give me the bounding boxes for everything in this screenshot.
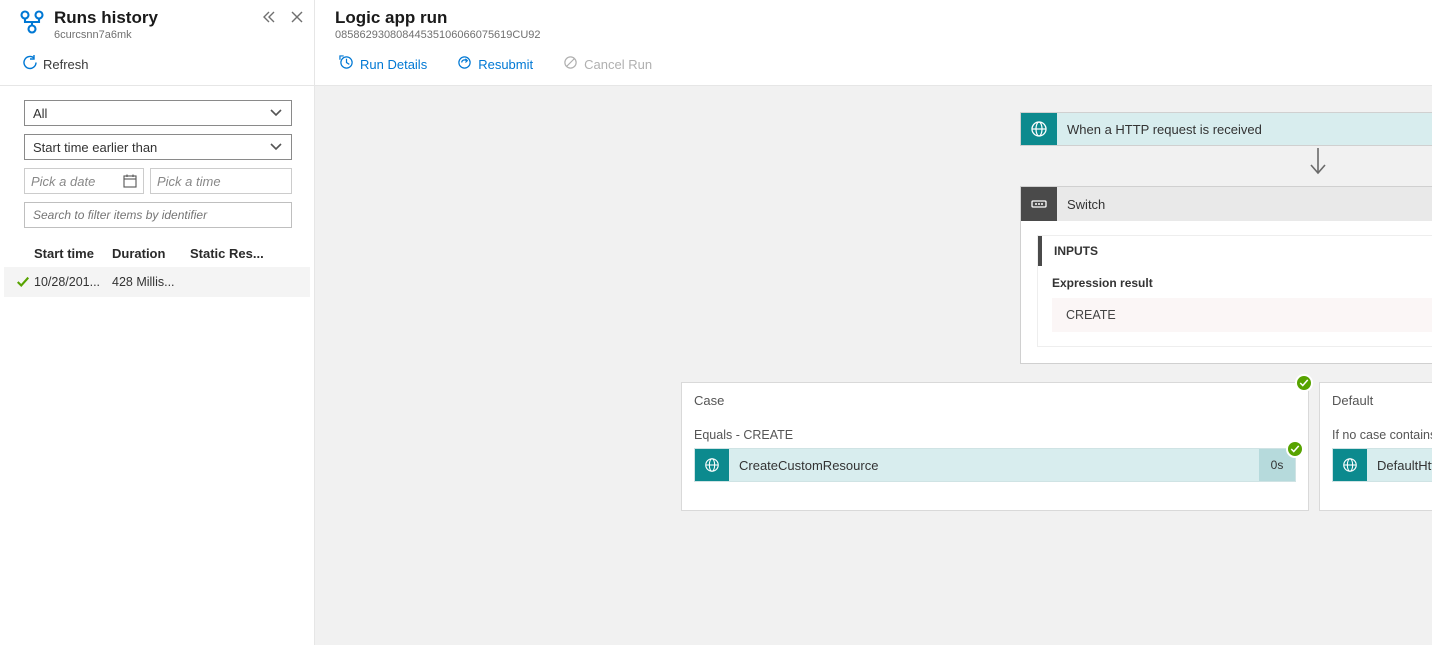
cell-duration: 428 Millis... [112,275,190,289]
resubmit-icon [457,55,472,73]
run-detail-panel: Logic app run 08586293080844535106066075… [315,0,1432,645]
page-title: Logic app run [335,8,1432,28]
run-details-label: Run Details [360,57,427,72]
panel-title: Runs history [54,8,262,28]
status-success-icon [12,275,34,289]
panel-subtitle: 6curcsnn7a6mk [54,29,262,41]
time-picker[interactable]: Pick a time [150,168,292,194]
col-start-time[interactable]: Start time [34,246,112,261]
refresh-button[interactable]: Refresh [16,51,95,77]
arrow-down-icon [1308,148,1328,179]
refresh-icon [22,55,37,73]
close-panel-button[interactable] [290,10,304,27]
inputs-label: INPUTS [1054,244,1098,258]
resubmit-label: Resubmit [478,57,533,72]
cell-start-time: 10/28/201... [34,275,112,289]
step-default-http-response[interactable]: DefaultHttpResponse [1332,448,1432,482]
globe-icon [1021,113,1057,145]
case-header: Case [694,393,1296,408]
search-input[interactable] [31,203,285,227]
time-placeholder: Pick a time [157,174,221,189]
globe-icon [1333,449,1367,481]
table-row[interactable]: 10/28/201... 428 Millis... [4,267,310,297]
step-title[interactable]: Switch [1057,187,1432,221]
col-duration[interactable]: Duration [112,246,190,261]
step-title: When a HTTP request is received [1057,113,1432,145]
default-header: Default [1332,393,1432,408]
globe-icon [695,449,729,481]
expression-result-label: Expression result [1052,276,1432,290]
history-icon [339,55,354,73]
status-badge-success [1286,440,1304,458]
step-create-custom-resource[interactable]: CreateCustomResource 0s [694,448,1296,482]
step-switch-card: Switch 0s INPUTS Show raw inputs Express… [1020,186,1432,364]
refresh-label: Refresh [43,57,89,72]
chevron-down-icon [269,106,283,120]
default-box: Default If no case contains a matching v… [1319,382,1432,511]
switch-icon [1021,187,1057,221]
date-picker[interactable]: Pick a date [24,168,144,194]
time-filter-select[interactable]: Start time earlier than [24,134,292,160]
default-condition: If no case contains a matching value [1332,428,1432,442]
step-title: DefaultHttpResponse [1367,449,1432,481]
col-static-results[interactable]: Static Res... [190,246,304,261]
runs-table: Start time Duration Static Res... 10/28/… [4,240,310,297]
calendar-icon [123,174,137,188]
time-filter-value: Start time earlier than [33,140,157,155]
chevron-down-icon [269,140,283,154]
cancel-run-button: Cancel Run [557,51,658,77]
step-title: CreateCustomResource [729,449,1259,481]
run-id: 08586293080844535106066075619CU92 [335,29,1432,41]
case-box: Case Equals - CREATE CreateCustomResourc… [681,382,1309,511]
runs-history-panel: Runs history 6curcsnn7a6mk Refresh All S… [0,0,315,645]
search-box[interactable] [24,202,292,228]
collapse-panel-button[interactable] [262,10,276,27]
step-http-trigger[interactable]: When a HTTP request is received 0s [1020,112,1432,146]
date-placeholder: Pick a date [31,174,95,189]
status-badge-success [1295,374,1313,392]
case-condition: Equals - CREATE [694,428,1296,442]
status-filter-select[interactable]: All [24,100,292,126]
cancel-icon [563,55,578,73]
status-filter-value: All [33,106,47,121]
workflow-canvas[interactable]: When a HTTP request is received 0s Switc… [315,86,1432,645]
logic-app-icon [18,8,46,36]
expression-result-value: CREATE [1066,308,1116,322]
cancel-label: Cancel Run [584,57,652,72]
run-details-button[interactable]: Run Details [333,51,433,77]
resubmit-button[interactable]: Resubmit [451,51,539,77]
